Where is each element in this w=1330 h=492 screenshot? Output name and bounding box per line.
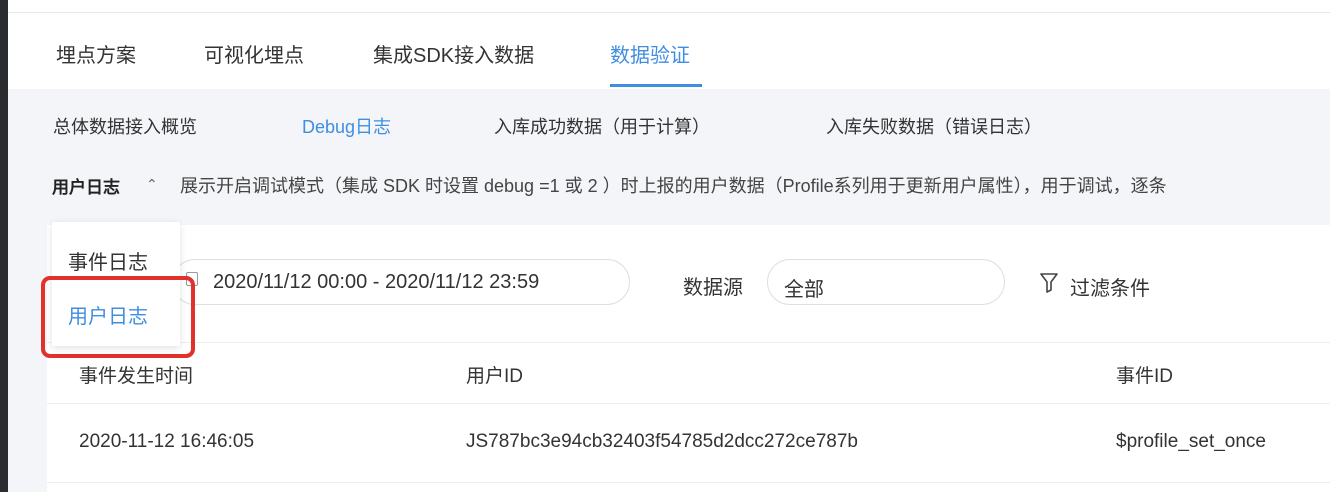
subtab-failed-data[interactable]: 入库失败数据（错误日志） xyxy=(826,113,1042,139)
subtab-debug-log[interactable]: Debug日志 xyxy=(302,113,391,139)
funnel-icon[interactable] xyxy=(1040,273,1058,298)
source-label: 数据源 xyxy=(683,277,743,299)
tab-tracking-plan[interactable]: 埋点方案 xyxy=(56,39,136,68)
tab-visual-tracking[interactable]: 可视化埋点 xyxy=(204,39,304,68)
dropdown-item-event-log[interactable]: 事件日志 xyxy=(68,246,148,275)
top-navigation: 埋点方案 可视化埋点 集成SDK接入数据 数据验证 xyxy=(8,13,1330,89)
subtab-success-data[interactable]: 入库成功数据（用于计算） xyxy=(494,113,710,139)
cell-event-id: $profile_set_once xyxy=(1116,431,1266,452)
filter-conditions-button[interactable]: 过滤条件 xyxy=(1070,272,1150,301)
top-strip xyxy=(8,0,1330,13)
subtab-overview[interactable]: 总体数据接入概览 xyxy=(53,113,197,139)
column-event-time: 事件发生时间 xyxy=(79,366,194,387)
column-event-id: 事件ID xyxy=(1116,366,1174,387)
highlight-annotation xyxy=(41,276,195,358)
active-tab-indicator xyxy=(610,84,702,87)
chevron-up-icon[interactable]: ⌃ xyxy=(146,176,158,193)
source-value: 全部 xyxy=(784,279,824,301)
tab-sdk-integration[interactable]: 集成SDK接入数据 xyxy=(373,39,534,68)
log-description: 展示开启调试模式（集成 SDK 时设置 debug =1 或 2 ）时上报的用户… xyxy=(180,176,1167,196)
window-edge xyxy=(0,0,8,492)
table-row-divider xyxy=(47,482,1330,483)
cell-user-id: JS787bc3e94cb32403f54785d2dcc272ce787b xyxy=(466,431,858,452)
date-range-value: 2020/11/12 00:00 - 2020/11/12 23:59 xyxy=(213,271,540,293)
cell-event-time: 2020-11-12 16:46:05 xyxy=(79,431,255,452)
tab-data-validation[interactable]: 数据验证 xyxy=(610,39,690,68)
log-type-selector[interactable]: 用户日志 xyxy=(52,173,120,198)
column-user-id: 用户ID xyxy=(466,366,524,387)
